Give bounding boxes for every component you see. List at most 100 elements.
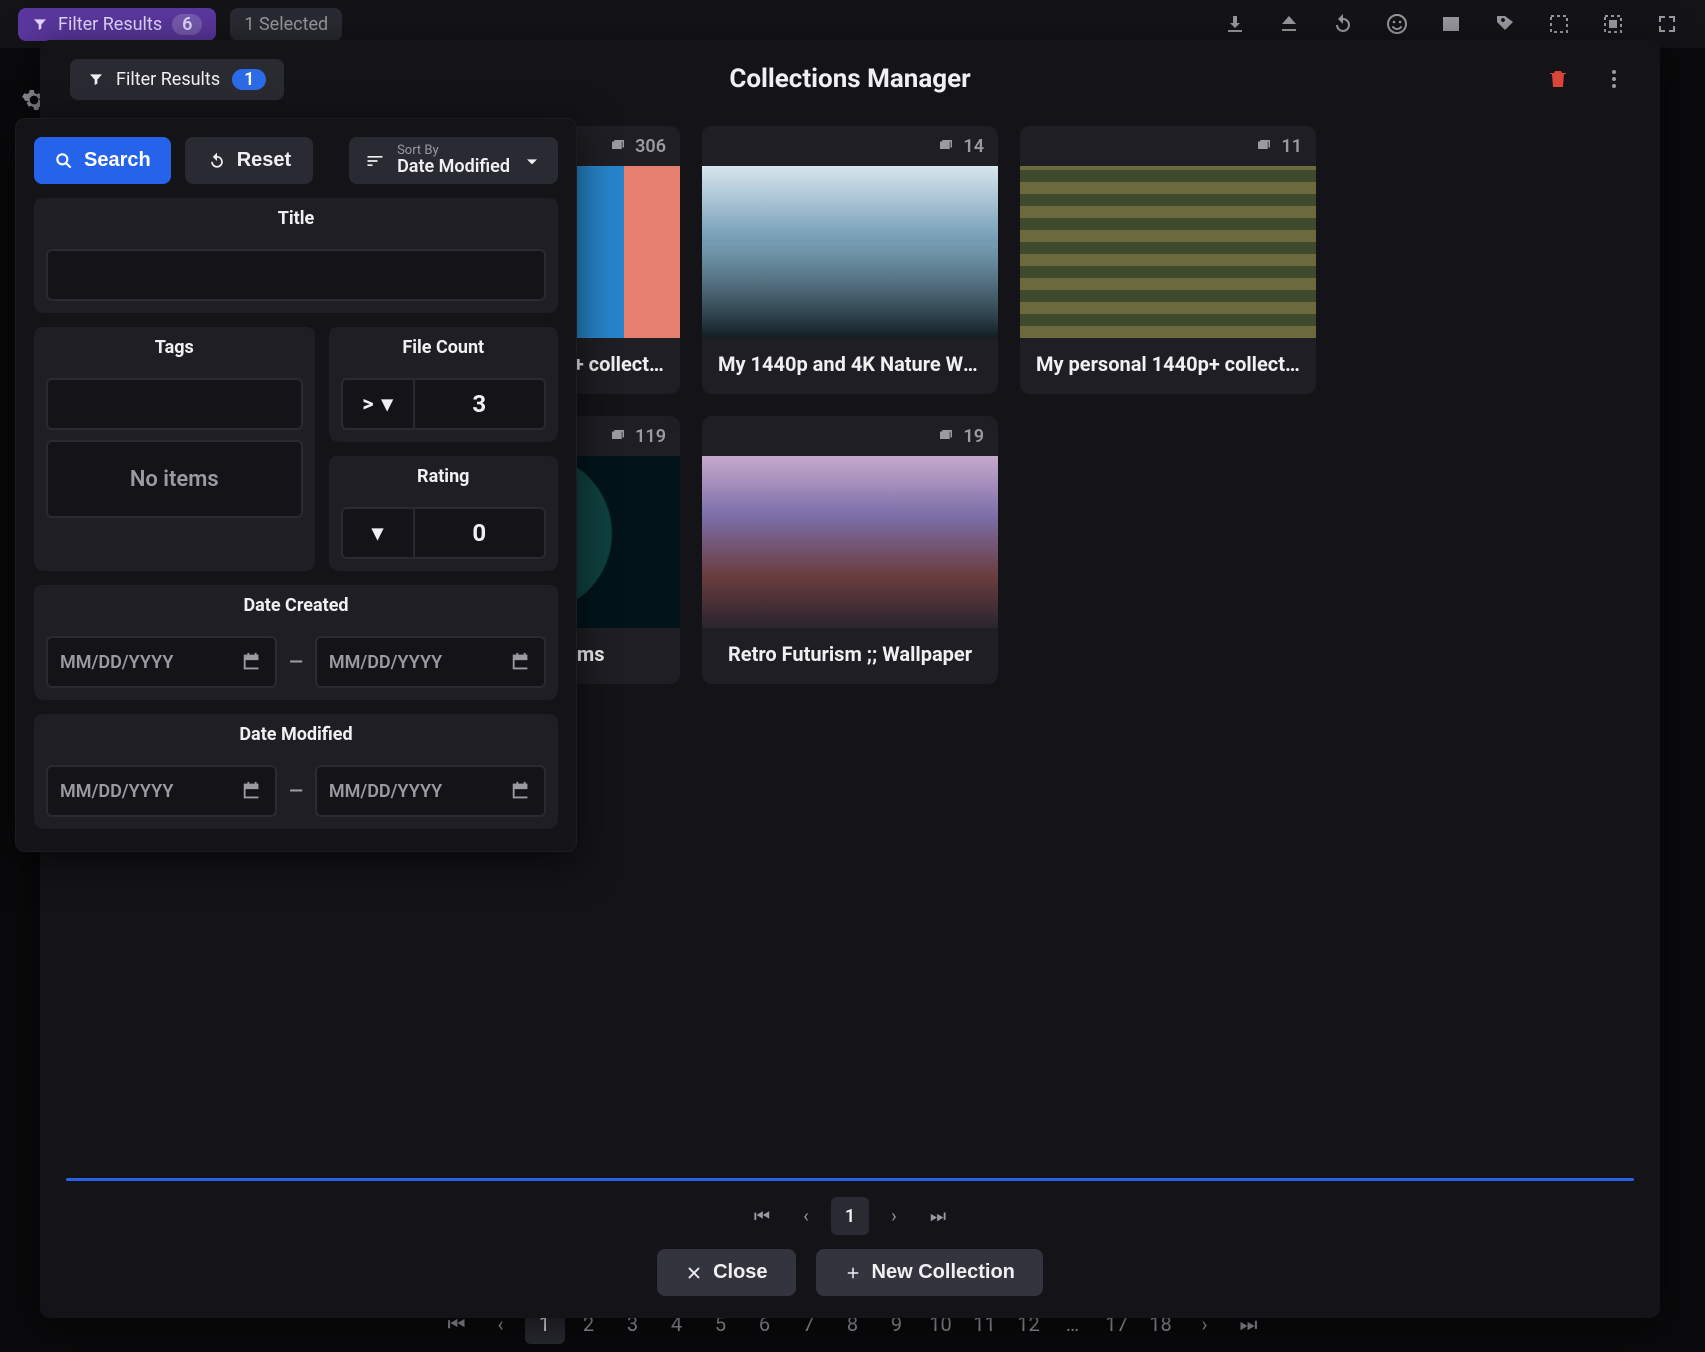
stack-icon	[609, 427, 627, 445]
date-separator: —	[289, 652, 303, 673]
rating-op-select[interactable]: ▾	[343, 509, 415, 557]
delete-button[interactable]	[1542, 63, 1574, 95]
fullscreen-icon[interactable]	[1647, 4, 1687, 44]
modal-filter-chip[interactable]: Filter Results 1	[70, 59, 284, 100]
filter-date-created-group: Date Created MM/DD/YYYY — MM/DD/YYYY	[34, 585, 558, 700]
image-icon[interactable]	[1431, 4, 1471, 44]
date-placeholder: MM/DD/YYYY	[60, 652, 173, 673]
bg-filter-label: Filter Results	[58, 14, 162, 35]
face-icon[interactable]	[1377, 4, 1417, 44]
card-count: 19	[963, 426, 984, 447]
rating-value-input[interactable]: 0	[415, 509, 545, 557]
refresh-icon[interactable]	[1323, 4, 1363, 44]
reset-label: Reset	[237, 149, 291, 172]
rating-label: Rating	[329, 456, 559, 497]
calendar-icon	[241, 651, 263, 673]
stack-icon	[937, 137, 955, 155]
reset-icon	[207, 151, 227, 171]
card-count: 11	[1281, 136, 1302, 157]
date-created-label: Date Created	[34, 585, 558, 626]
filecount-op-select[interactable]: > ▾	[343, 380, 415, 428]
sort-value: Date Modified	[397, 157, 510, 177]
eject-icon[interactable]	[1269, 4, 1309, 44]
collection-card[interactable]: 14 My 1440p and 4K Nature Wal…	[702, 126, 998, 394]
card-thumbnail	[702, 456, 998, 628]
stack-icon	[937, 427, 955, 445]
calendar-icon	[510, 651, 532, 673]
filter-filecount-group: File Count > ▾ 3	[329, 327, 559, 442]
arrow-down-icon	[522, 151, 542, 171]
date-placeholder: MM/DD/YYYY	[329, 781, 442, 802]
date-modified-from[interactable]: MM/DD/YYYY	[46, 765, 277, 817]
search-label: Search	[84, 149, 151, 172]
bg-filter-badge: 6	[172, 14, 202, 35]
new-collection-label: New Collection	[872, 1261, 1015, 1284]
date-placeholder: MM/DD/YYYY	[329, 652, 442, 673]
filecount-value-input[interactable]: 3	[415, 380, 545, 428]
sort-icon	[365, 151, 385, 171]
filter-title-label: Title	[34, 198, 558, 239]
title-input[interactable]	[46, 249, 546, 301]
date-modified-to[interactable]: MM/DD/YYYY	[315, 765, 546, 817]
date-created-to[interactable]: MM/DD/YYYY	[315, 636, 546, 688]
card-thumbnail	[1020, 166, 1316, 338]
collection-card[interactable]: 19 Retro Futurism ;; Wallpaper	[702, 416, 998, 684]
modal-filter-badge: 1	[232, 69, 266, 90]
card-count: 14	[963, 136, 984, 157]
calendar-icon	[241, 780, 263, 802]
tag-icon[interactable]	[1485, 4, 1525, 44]
filter-icon	[88, 71, 104, 87]
stack-icon	[1255, 137, 1273, 155]
select-all-icon[interactable]	[1593, 4, 1633, 44]
search-button[interactable]: Search	[34, 137, 171, 184]
modal-header: Filter Results 1 Collections Manager	[40, 40, 1660, 118]
select-none-icon[interactable]	[1539, 4, 1579, 44]
bg-selected-chip[interactable]: 1 Selected	[230, 8, 342, 41]
new-collection-button[interactable]: New Collection	[816, 1249, 1043, 1296]
modal-pager-last[interactable]: ⏭	[919, 1197, 957, 1235]
filter-icon	[32, 16, 48, 32]
modal-pager-current[interactable]: 1	[831, 1197, 869, 1235]
download-icon[interactable]	[1215, 4, 1255, 44]
bg-filter-chip[interactable]: Filter Results 6	[18, 8, 216, 41]
collection-card[interactable]: 11 My personal 1440p+ collection	[1020, 126, 1316, 394]
reset-button[interactable]: Reset	[185, 137, 313, 184]
modal-title: Collections Manager	[729, 64, 970, 94]
date-modified-label: Date Modified	[34, 714, 558, 755]
close-label: Close	[713, 1261, 767, 1284]
calendar-icon	[510, 780, 532, 802]
stack-icon	[609, 137, 627, 155]
filter-title-group: Title	[34, 198, 558, 313]
card-thumbnail	[702, 166, 998, 338]
card-title: Retro Futurism ;; Wallpaper	[702, 628, 998, 684]
modal-pager: ⏮ ‹ 1 › ⏭	[66, 1197, 1634, 1249]
filecount-label: File Count	[329, 327, 559, 368]
chevron-down-icon: ▾	[382, 392, 393, 417]
plus-icon	[844, 1264, 862, 1282]
card-title: My 1440p and 4K Nature Wal…	[702, 338, 998, 394]
tags-empty-text: No items	[46, 440, 303, 518]
filter-rating-group: Rating ▾ 0	[329, 456, 559, 571]
date-placeholder: MM/DD/YYYY	[60, 781, 173, 802]
filter-tags-label: Tags	[34, 327, 315, 368]
filter-panel: Search Reset Sort By Date Modified Title…	[15, 118, 577, 852]
filecount-op: >	[362, 392, 373, 417]
modal-pager-first[interactable]: ⏮	[743, 1197, 781, 1235]
close-button[interactable]: Close	[657, 1249, 795, 1296]
modal-filter-label: Filter Results	[116, 69, 220, 90]
close-icon	[685, 1264, 703, 1282]
date-separator: —	[289, 781, 303, 802]
card-title: My personal 1440p+ collection	[1020, 338, 1316, 394]
chevron-down-icon: ▾	[372, 521, 383, 546]
bg-selected-label: 1 Selected	[244, 14, 328, 35]
modal-pager-prev[interactable]: ‹	[787, 1197, 825, 1235]
search-icon	[54, 151, 74, 171]
filter-date-modified-group: Date Modified MM/DD/YYYY — MM/DD/YYYY	[34, 714, 558, 829]
accent-divider	[66, 1178, 1634, 1181]
sort-dropdown[interactable]: Sort By Date Modified	[349, 137, 558, 184]
more-vert-icon[interactable]	[1598, 63, 1630, 95]
filter-tags-group: Tags No items	[34, 327, 315, 571]
date-created-from[interactable]: MM/DD/YYYY	[46, 636, 277, 688]
tags-input[interactable]	[46, 378, 303, 430]
modal-pager-next[interactable]: ›	[875, 1197, 913, 1235]
